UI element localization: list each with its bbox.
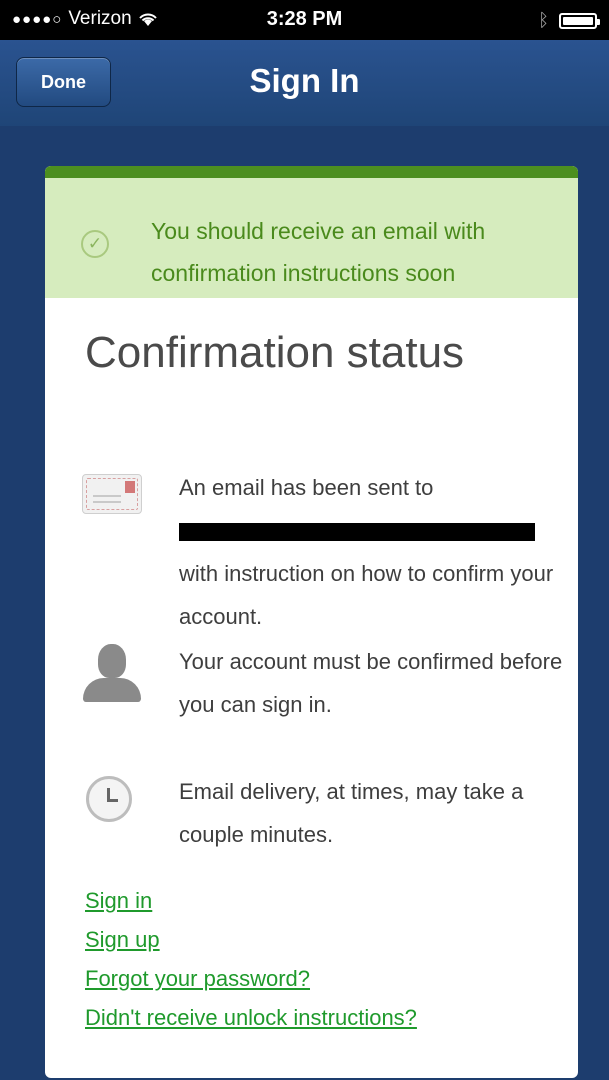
info-email-text: An email has been sent to with instructi… [179, 466, 564, 638]
forgot-password-link[interactable]: Forgot your password? [85, 959, 417, 998]
envelope-icon [82, 474, 142, 514]
account-confirm-text: Your account must be confirmed before yo… [179, 649, 563, 717]
navigation-bar: Done Sign In [0, 40, 609, 126]
email-sent-text: An email has been sent to [179, 475, 434, 500]
confirmation-heading: Confirmation status [85, 328, 465, 377]
success-alert: ✓ You should receive an email with confi… [45, 166, 578, 298]
status-bar-right: ᛒ [538, 10, 600, 31]
email-instruction-text: with instruction on how to confirm your … [179, 561, 554, 629]
bluetooth-icon: ᛒ [538, 10, 549, 30]
page-title: Sign In [249, 62, 360, 99]
check-circle-icon: ✓ [81, 230, 109, 258]
person-icon [81, 644, 143, 702]
confirmation-card: ✓ You should receive an email with confi… [45, 166, 578, 1078]
battery-icon [559, 12, 600, 29]
auth-links: Sign in Sign up Forgot your password? Di… [85, 881, 417, 1037]
sign-up-link[interactable]: Sign up [85, 920, 417, 959]
alert-message: You should receive an email with confirm… [151, 218, 486, 286]
status-bar-time: 3:28 PM [266, 8, 343, 30]
clock-icon [86, 776, 132, 822]
unlock-instructions-link[interactable]: Didn't receive unlock instructions? [85, 998, 417, 1037]
delivery-time-text: Email delivery, at times, may take a cou… [179, 779, 524, 847]
sign-in-link[interactable]: Sign in [85, 881, 417, 920]
status-bar: ●●●●○ Verizon 3:28 PM ᛒ [0, 0, 609, 40]
redacted-email [179, 523, 535, 542]
